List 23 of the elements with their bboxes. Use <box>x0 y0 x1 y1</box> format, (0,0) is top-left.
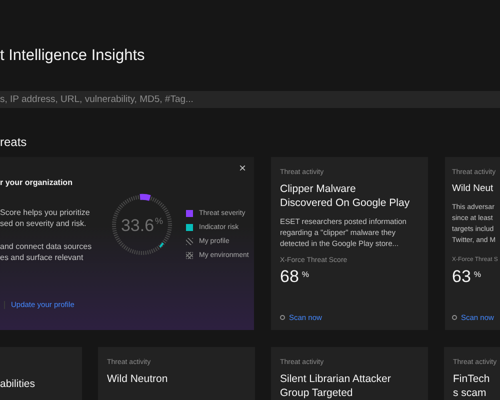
score-value: 33.6 <box>120 216 154 234</box>
intro-card-title: r your organization <box>0 178 74 188</box>
card-title: Wild Neut <box>452 182 494 196</box>
section-title: reats <box>0 135 28 149</box>
intro-paragraph: Score helps you prioritize sed on severity and risk. <box>0 207 91 229</box>
page-title: t Intelligence Insights <box>0 46 146 66</box>
search-field[interactable]: s, IP address, URL, vulnerability, MD5, #Tag... <box>0 91 500 108</box>
score-unit: % <box>474 270 482 280</box>
close-button[interactable]: × <box>236 162 249 174</box>
card-title: abilities <box>0 377 36 391</box>
threat-score: 63 <box>452 268 471 286</box>
score-unit: % <box>302 270 310 280</box>
legend-swatch-icon <box>186 252 193 259</box>
legend-swatch-icon <box>186 238 193 245</box>
threat-card[interactable]: abilities <box>0 347 82 400</box>
score-unit: % <box>155 215 164 228</box>
card-title: Clipper Malware Discovered On Google Play <box>280 182 411 210</box>
card-title: FinTech s scam <box>453 372 491 400</box>
threat-score: 68 <box>280 268 299 286</box>
card-title: Wild Neutron <box>107 372 169 386</box>
card-title: Silent Librarian Attacker Group Targeted <box>280 372 392 400</box>
donut-chart-drawing <box>110 193 174 257</box>
intro-paragraph: and connect data sources es and surface relevant <box>0 241 93 263</box>
